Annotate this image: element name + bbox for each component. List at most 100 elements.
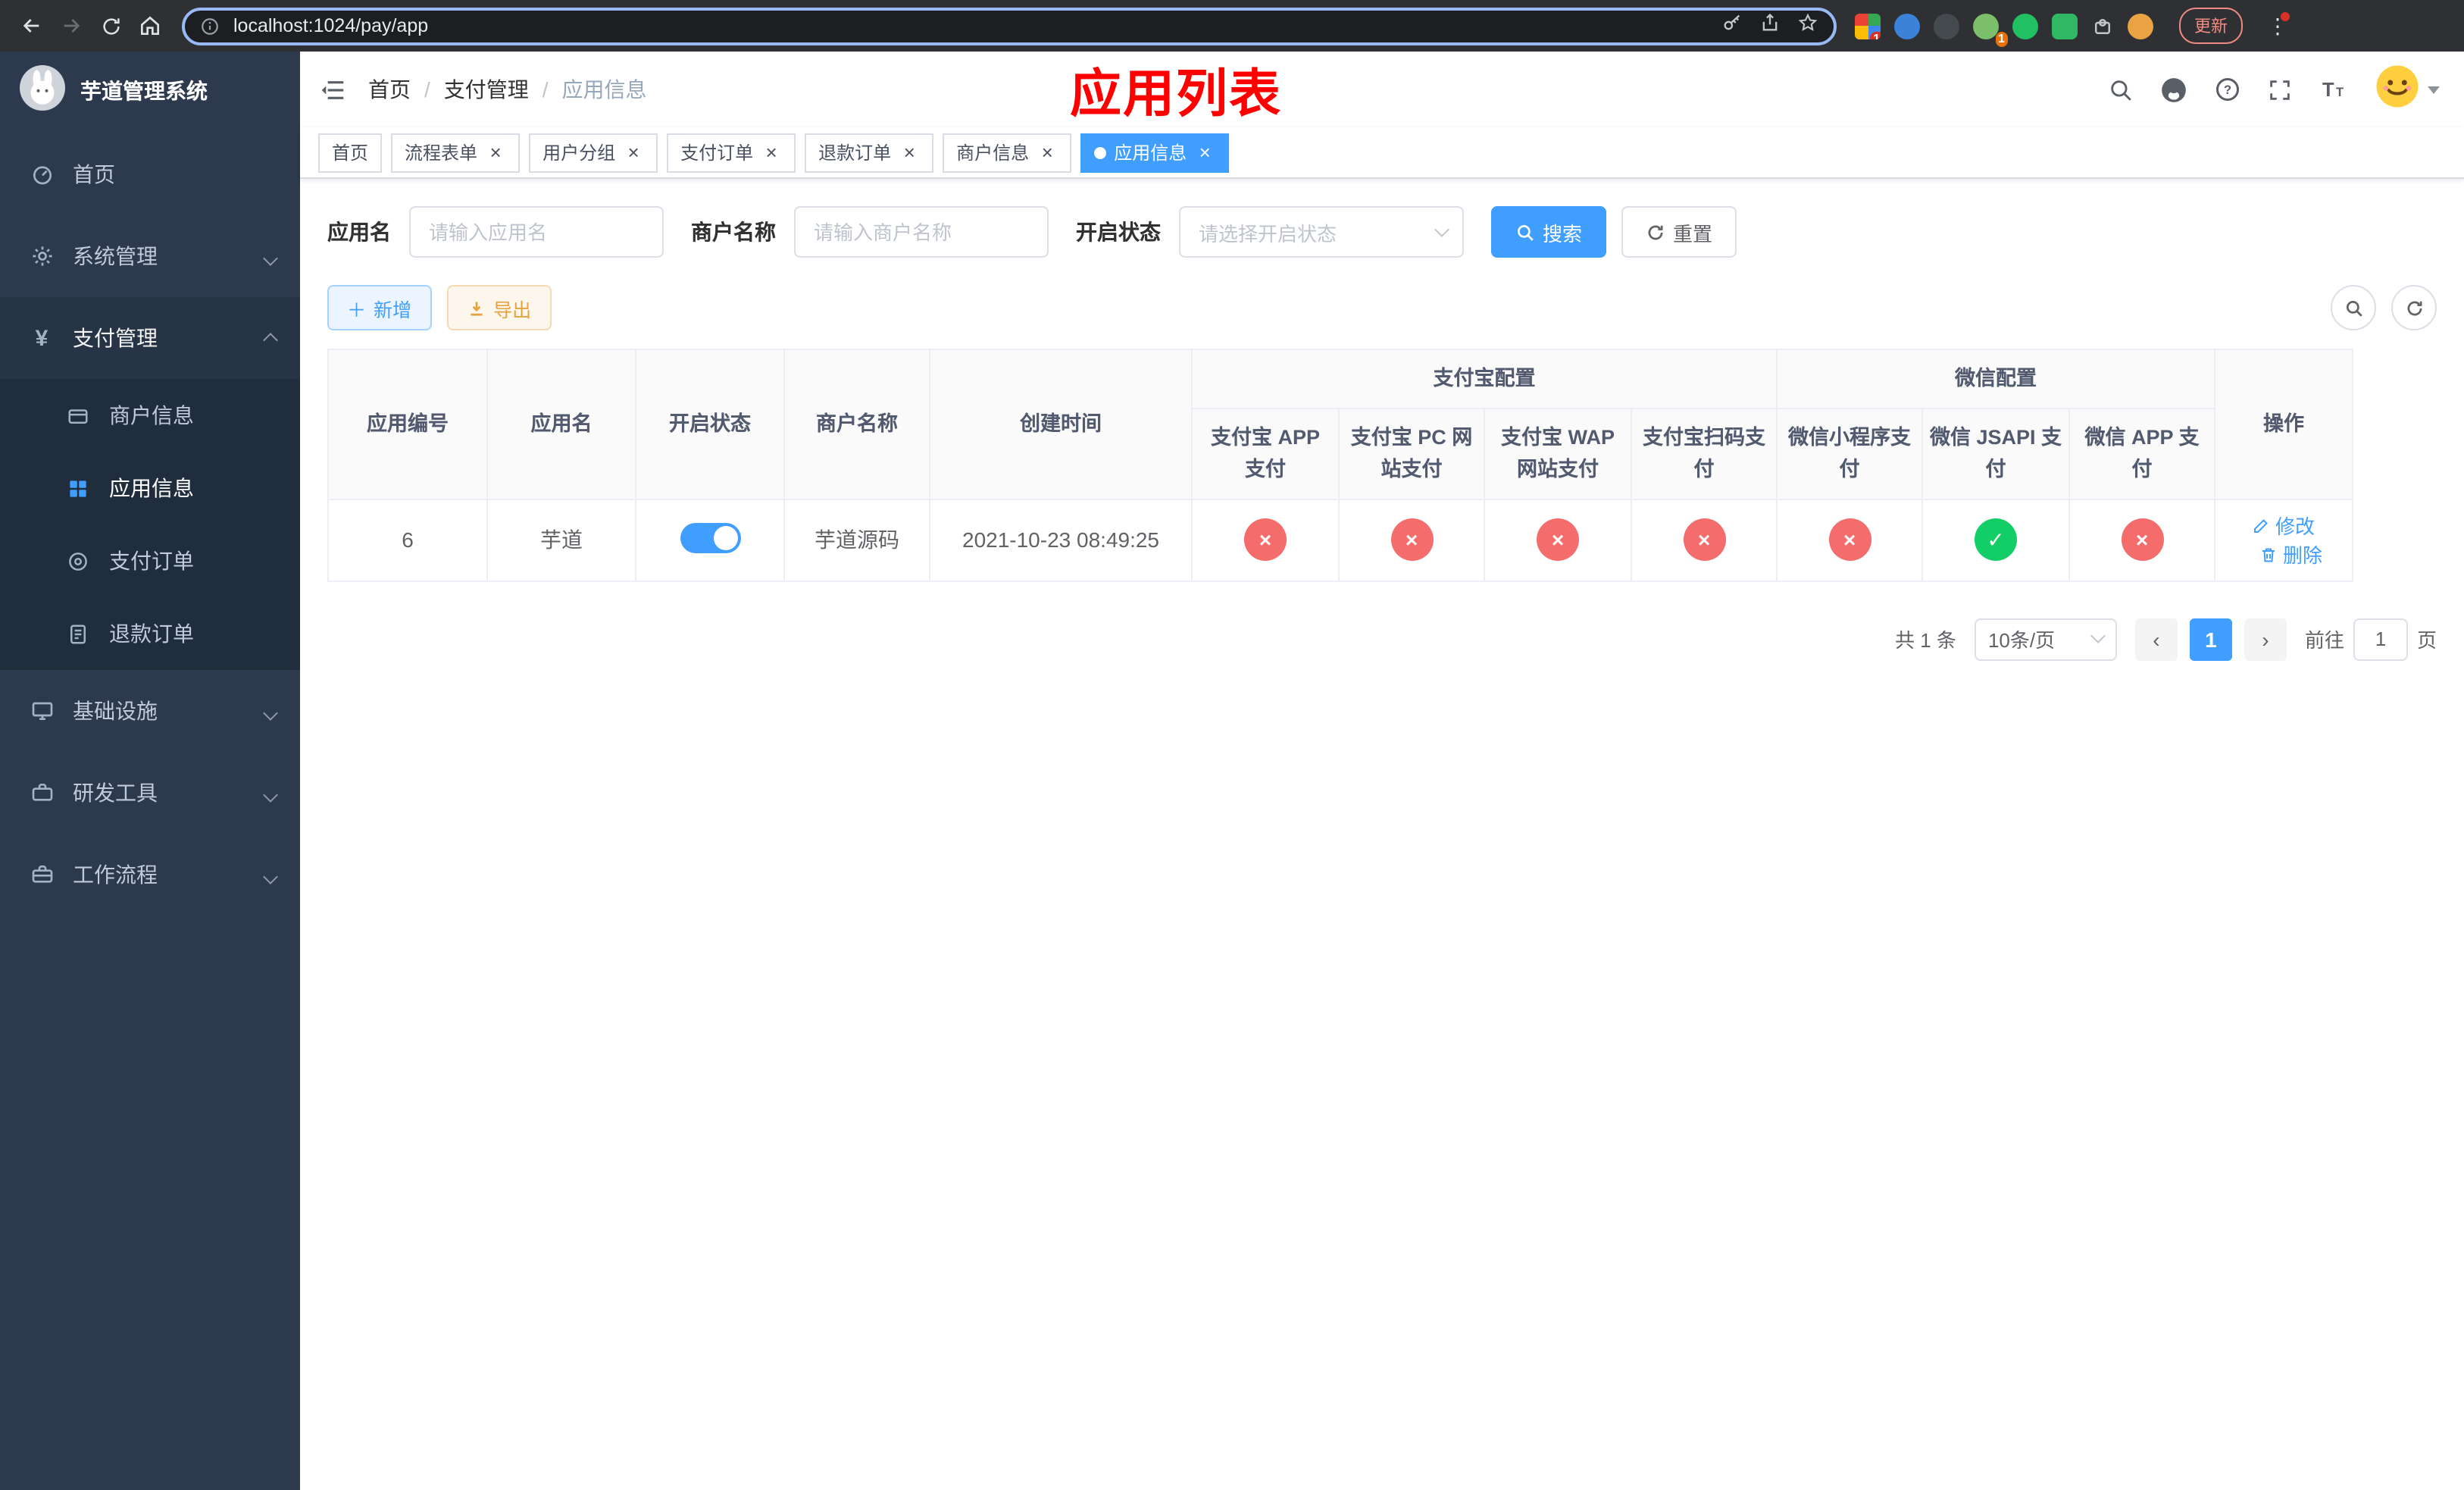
active-tab-dot bbox=[1094, 146, 1107, 158]
tab-pay-order[interactable]: 支付订单 × bbox=[667, 133, 796, 172]
status-select[interactable]: 请选择开启状态 bbox=[1179, 206, 1464, 258]
delete-link[interactable]: 删除 bbox=[2260, 540, 2322, 569]
browser-extensions-area: 10 1 更新 ⋮ bbox=[1855, 8, 2293, 46]
sidebar-item-dev-tools[interactable]: 研发工具 bbox=[0, 752, 300, 834]
help-question-icon[interactable]: ? bbox=[2214, 76, 2241, 103]
tab-process-form[interactable]: 流程表单 × bbox=[391, 133, 521, 172]
tab-label: 支付订单 bbox=[680, 142, 754, 164]
sidebar-item-pay-order[interactable]: 支付订单 bbox=[0, 524, 300, 597]
reset-button[interactable]: 重置 bbox=[1621, 206, 1737, 258]
address-bar[interactable]: localhost:1024/pay/app bbox=[182, 7, 1837, 45]
close-tab-icon[interactable]: × bbox=[485, 142, 506, 163]
sidebar-item-payment[interactable]: ¥ 支付管理 bbox=[0, 297, 300, 379]
export-button-label: 导出 bbox=[493, 299, 532, 321]
breadcrumb-current: 应用信息 bbox=[561, 77, 647, 102]
sidebar-item-app-info[interactable]: 应用信息 bbox=[0, 452, 300, 524]
tab-refund-order[interactable]: 退款订单 × bbox=[805, 133, 934, 172]
sidebar-item-home[interactable]: 首页 bbox=[0, 133, 300, 215]
search-form: 应用名 商户名称 开启状态 请选择开启状态 bbox=[327, 206, 2446, 258]
tab-app-info[interactable]: 应用信息 × bbox=[1080, 133, 1230, 172]
close-tab-icon[interactable]: × bbox=[623, 142, 644, 163]
sidebar-item-system[interactable]: 系统管理 bbox=[0, 215, 300, 297]
browser-home-icon[interactable] bbox=[130, 6, 170, 45]
breadcrumb-payment[interactable]: 支付管理 bbox=[444, 74, 529, 105]
add-button-label: 新增 bbox=[374, 299, 412, 321]
sidebar-item-refund-order[interactable]: 退款订单 bbox=[0, 597, 300, 670]
dashboard-icon bbox=[29, 162, 55, 186]
tab-label: 商户信息 bbox=[956, 142, 1030, 164]
breadcrumb-separator: / bbox=[424, 77, 430, 102]
user-avatar bbox=[2375, 63, 2420, 116]
fullscreen-icon[interactable] bbox=[2267, 77, 2293, 102]
extension-avatar-icon[interactable]: 1 bbox=[1973, 13, 2008, 46]
browser-back-icon[interactable] bbox=[12, 6, 52, 45]
close-tab-icon[interactable]: × bbox=[1194, 142, 1215, 163]
bookmark-star-icon[interactable] bbox=[1797, 11, 1818, 40]
tab-label: 应用信息 bbox=[1114, 142, 1187, 164]
sidebar-collapse-icon[interactable] bbox=[318, 75, 347, 104]
add-button[interactable]: ＋ 新增 bbox=[327, 285, 432, 330]
wechat-app-status-icon: × bbox=[2121, 518, 2163, 562]
tab-home[interactable]: 首页 bbox=[318, 133, 383, 172]
payment-submenu: 商户信息 应用信息 支付订单 退款订单 bbox=[0, 379, 300, 670]
browser-toolbar: localhost:1024/pay/app 10 1 bbox=[0, 0, 2464, 52]
tab-merchant-info[interactable]: 商户信息 × bbox=[943, 133, 1072, 172]
extension-colorful-icon[interactable]: 10 bbox=[1855, 13, 1881, 39]
svg-text:?: ? bbox=[2224, 83, 2231, 97]
page-size-select[interactable]: 10条/页 bbox=[1974, 618, 2117, 661]
page-number-button[interactable]: 1 bbox=[2189, 618, 2232, 661]
close-tab-icon[interactable]: × bbox=[899, 142, 920, 163]
close-tab-icon[interactable]: × bbox=[1037, 142, 1058, 163]
update-notification-dot bbox=[2281, 11, 2290, 20]
prev-page-button[interactable]: ‹ bbox=[2134, 618, 2178, 661]
edit-link[interactable]: 修改 bbox=[2253, 512, 2315, 540]
github-icon[interactable] bbox=[2159, 75, 2188, 104]
sidebar-item-label: 基础设施 bbox=[73, 699, 158, 723]
toolbox-icon bbox=[29, 781, 55, 805]
extension-dark-icon[interactable] bbox=[1934, 13, 1959, 39]
top-navbar: 首页 / 支付管理 / 应用信息 应用列表 ? T T bbox=[300, 52, 2464, 127]
sidebar-item-infrastructure[interactable]: 基础设施 bbox=[0, 670, 300, 752]
close-tab-icon[interactable]: × bbox=[761, 142, 782, 163]
sidebar-item-label: 退款订单 bbox=[109, 621, 194, 646]
browser-reload-icon[interactable] bbox=[91, 6, 130, 45]
toggle-search-button[interactable] bbox=[2331, 285, 2376, 330]
browser-update-button[interactable]: 更新 bbox=[2179, 8, 2243, 44]
col-alipay-wap: 支付宝 WAP 网站支付 bbox=[1484, 408, 1632, 500]
col-merchant-name: 商户名称 bbox=[783, 349, 930, 500]
tab-label: 退款订单 bbox=[818, 142, 892, 164]
monitor-icon bbox=[29, 699, 55, 723]
goto-label: 前往 bbox=[2304, 629, 2344, 653]
breadcrumb-home[interactable]: 首页 bbox=[368, 74, 411, 105]
cell-merchant-name: 芋道源码 bbox=[783, 498, 930, 582]
sidebar-header: 芋道管理系统 bbox=[0, 52, 300, 130]
status-toggle[interactable] bbox=[680, 522, 740, 553]
sidebar-item-merchant-info[interactable]: 商户信息 bbox=[0, 379, 300, 452]
font-size-icon[interactable]: TT bbox=[2319, 76, 2349, 103]
refresh-table-button[interactable] bbox=[2391, 285, 2437, 330]
url-text[interactable]: localhost:1024/pay/app bbox=[233, 15, 1721, 36]
extension-wechat-icon[interactable] bbox=[2012, 13, 2038, 39]
delete-link-label: 删除 bbox=[2282, 544, 2322, 568]
status-label: 开启状态 bbox=[1076, 220, 1161, 244]
next-page-button[interactable]: › bbox=[2244, 618, 2287, 661]
app-name-input[interactable] bbox=[409, 206, 664, 258]
browser-menu-icon[interactable]: ⋮ bbox=[2262, 11, 2293, 39]
share-icon[interactable] bbox=[1759, 11, 1781, 40]
extension-blue-drop-icon[interactable] bbox=[1894, 13, 1920, 39]
sidebar-item-workflow[interactable]: 工作流程 bbox=[0, 834, 300, 916]
tab-user-group[interactable]: 用户分组 × bbox=[529, 133, 658, 172]
user-avatar-menu[interactable] bbox=[2375, 63, 2440, 116]
extensions-puzzle-icon[interactable] bbox=[2091, 14, 2114, 37]
goto-page-input[interactable] bbox=[2353, 618, 2408, 661]
header-search-icon[interactable] bbox=[2108, 77, 2134, 102]
export-button[interactable]: 导出 bbox=[446, 285, 552, 330]
password-key-icon[interactable] bbox=[1721, 11, 1743, 40]
extension-green-square-icon[interactable] bbox=[2052, 13, 2078, 39]
tab-label: 首页 bbox=[332, 142, 369, 164]
cell-app-id: 6 bbox=[327, 498, 488, 582]
search-button[interactable]: 搜索 bbox=[1491, 206, 1607, 258]
browser-profile-avatar[interactable] bbox=[2128, 13, 2153, 39]
merchant-name-input[interactable] bbox=[794, 206, 1049, 258]
site-info-icon[interactable] bbox=[200, 16, 220, 36]
